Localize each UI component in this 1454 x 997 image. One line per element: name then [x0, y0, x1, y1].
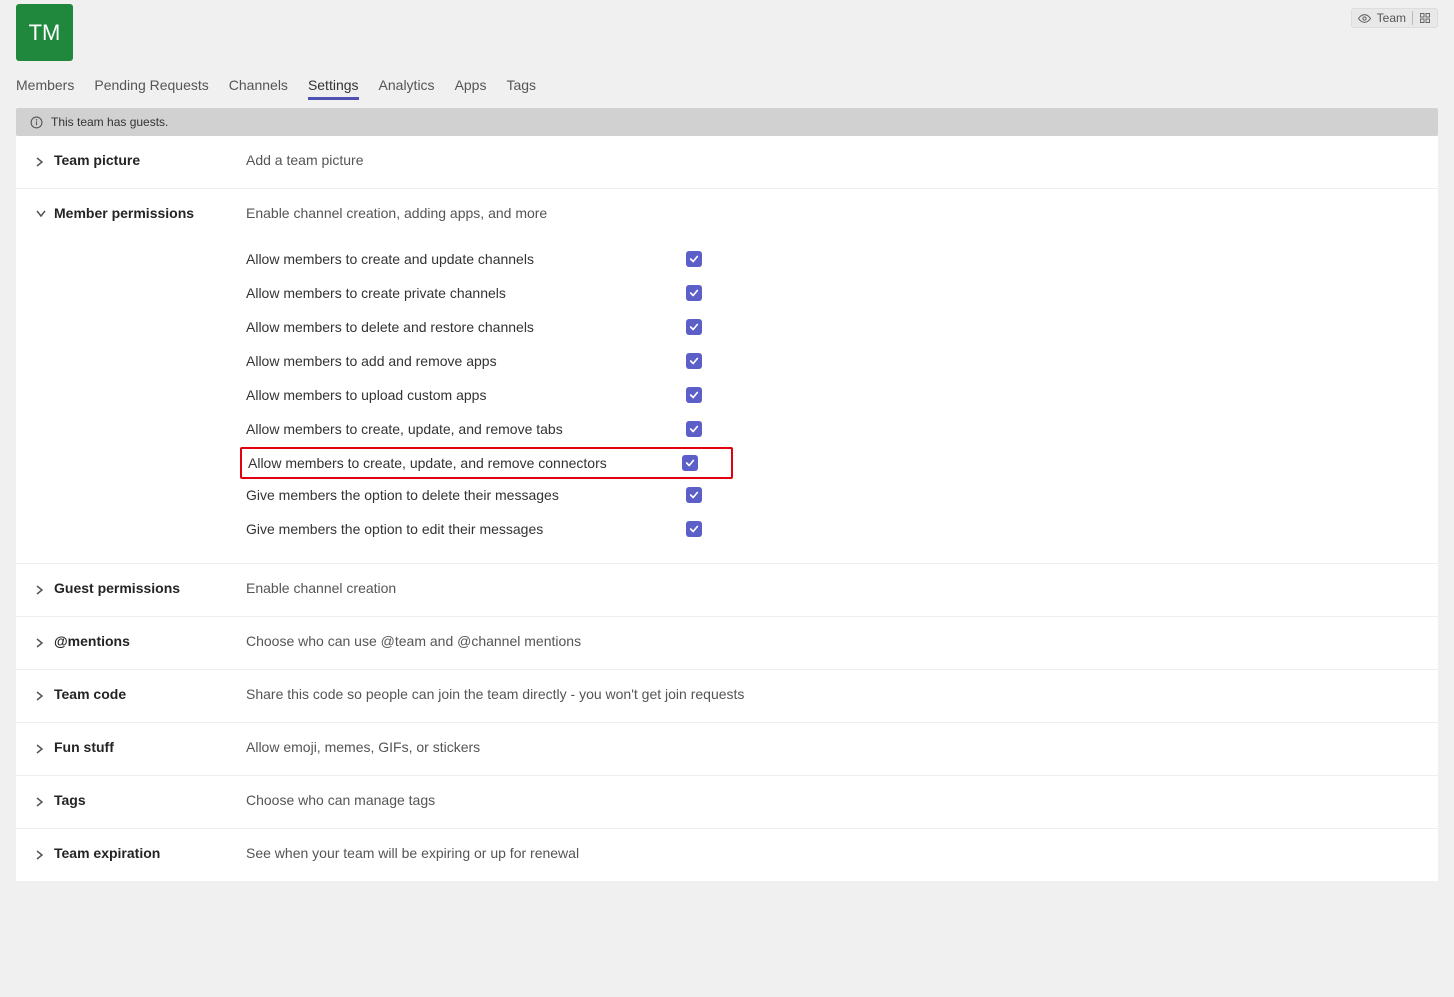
- permission-checkbox[interactable]: [686, 319, 702, 335]
- info-bar-text: This team has guests.: [51, 115, 168, 129]
- header-row: TM Team: [16, 4, 1438, 77]
- permission-checkbox[interactable]: [686, 487, 702, 503]
- permission-checkbox[interactable]: [686, 285, 702, 301]
- info-icon: [30, 116, 43, 129]
- section-title: Guest permissions: [54, 580, 180, 596]
- permission-row: Give members the option to edit their me…: [246, 513, 1418, 545]
- permission-row: Allow members to create and update chann…: [246, 243, 1418, 275]
- permission-label: Allow members to upload custom apps: [246, 387, 686, 403]
- permission-row: Allow members to upload custom apps: [246, 379, 1418, 411]
- permission-label: Give members the option to edit their me…: [246, 521, 686, 537]
- section-title: Team code: [54, 686, 126, 702]
- section-title: Team expiration: [54, 845, 160, 861]
- caret-right-icon: [36, 691, 44, 701]
- eye-icon: [1358, 12, 1371, 25]
- section-title: Member permissions: [54, 205, 194, 221]
- permission-label: Allow members to create and update chann…: [246, 251, 686, 267]
- section-title: @mentions: [54, 633, 130, 649]
- section-desc: Enable channel creation, adding apps, an…: [246, 205, 1418, 221]
- section-desc: Enable channel creation: [246, 580, 1418, 596]
- section-desc: See when your team will be expiring or u…: [246, 845, 1418, 861]
- section-team-code[interactable]: Team code Share this code so people can …: [16, 669, 1438, 722]
- permission-checkbox[interactable]: [686, 387, 702, 403]
- tab-settings[interactable]: Settings: [308, 77, 359, 100]
- section-team-picture[interactable]: Team picture Add a team picture: [16, 136, 1438, 188]
- permission-label: Allow members to create private channels: [246, 285, 686, 301]
- tab-members[interactable]: Members: [16, 77, 74, 100]
- section-desc: Choose who can use @team and @channel me…: [246, 633, 1418, 649]
- permission-row: Allow members to create, update, and rem…: [246, 413, 1418, 445]
- permission-row: Allow members to add and remove apps: [246, 345, 1418, 377]
- highlighted-permission: Allow members to create, update, and rem…: [240, 447, 733, 479]
- section-title: Tags: [54, 792, 86, 808]
- section-fun-stuff[interactable]: Fun stuff Allow emoji, memes, GIFs, or s…: [16, 722, 1438, 775]
- caret-right-icon: [36, 638, 44, 648]
- settings-panel: Team picture Add a team picture Member p…: [16, 136, 1438, 881]
- permission-checkbox[interactable]: [686, 521, 702, 537]
- caret-right-icon: [36, 585, 44, 595]
- section-title: Team picture: [54, 152, 140, 168]
- divider: [1412, 11, 1413, 25]
- tab-bar: Members Pending Requests Channels Settings A…: [16, 77, 1438, 100]
- section-guest-permissions[interactable]: Guest permissions Enable channel creatio…: [16, 563, 1438, 616]
- caret-right-icon: [36, 850, 44, 860]
- permission-label: Allow members to delete and restore chan…: [246, 319, 686, 335]
- section-team-expiration[interactable]: Team expiration See when your team will …: [16, 828, 1438, 881]
- permission-row: Allow members to delete and restore chan…: [246, 311, 1418, 343]
- permission-label: Allow members to create, update, and rem…: [246, 455, 682, 471]
- caret-right-icon: [36, 157, 44, 167]
- section-desc: Share this code so people can join the t…: [246, 686, 1418, 702]
- tab-channels[interactable]: Channels: [229, 77, 288, 100]
- section-desc: Choose who can manage tags: [246, 792, 1418, 808]
- permission-row: Allow members to create private channels: [246, 277, 1418, 309]
- caret-down-icon[interactable]: [36, 210, 44, 218]
- section-member-permissions: Member permissions Enable channel creati…: [16, 188, 1438, 563]
- guests-info-bar: This team has guests.: [16, 108, 1438, 136]
- permission-checkbox[interactable]: [682, 455, 698, 471]
- permission-checkbox[interactable]: [686, 353, 702, 369]
- permission-label: Allow members to add and remove apps: [246, 353, 686, 369]
- tab-pending-requests[interactable]: Pending Requests: [94, 77, 208, 100]
- permission-row: Give members the option to delete their …: [246, 479, 1418, 511]
- caret-right-icon: [36, 797, 44, 807]
- team-avatar-initials: TM: [29, 20, 61, 46]
- team-badge-label: Team: [1377, 11, 1406, 25]
- permission-checkbox[interactable]: [686, 251, 702, 267]
- permission-label: Give members the option to delete their …: [246, 487, 686, 503]
- permission-row: Allow members to create, update, and rem…: [246, 455, 723, 471]
- section-desc: Add a team picture: [246, 152, 1418, 168]
- section-desc: Allow emoji, memes, GIFs, or stickers: [246, 739, 1418, 755]
- tab-analytics[interactable]: Analytics: [379, 77, 435, 100]
- caret-right-icon: [36, 744, 44, 754]
- permissions-list: Allow members to create and update chann…: [246, 243, 1418, 545]
- section-title: Fun stuff: [54, 739, 114, 755]
- team-visibility-badge[interactable]: Team: [1351, 8, 1438, 28]
- section-tags[interactable]: Tags Choose who can manage tags: [16, 775, 1438, 828]
- tab-tags[interactable]: Tags: [506, 77, 536, 100]
- tab-apps[interactable]: Apps: [455, 77, 487, 100]
- permission-checkbox[interactable]: [686, 421, 702, 437]
- org-icon: [1419, 12, 1431, 24]
- section-mentions[interactable]: @mentions Choose who can use @team and @…: [16, 616, 1438, 669]
- permission-label: Allow members to create, update, and rem…: [246, 421, 686, 437]
- team-avatar[interactable]: TM: [16, 4, 73, 61]
